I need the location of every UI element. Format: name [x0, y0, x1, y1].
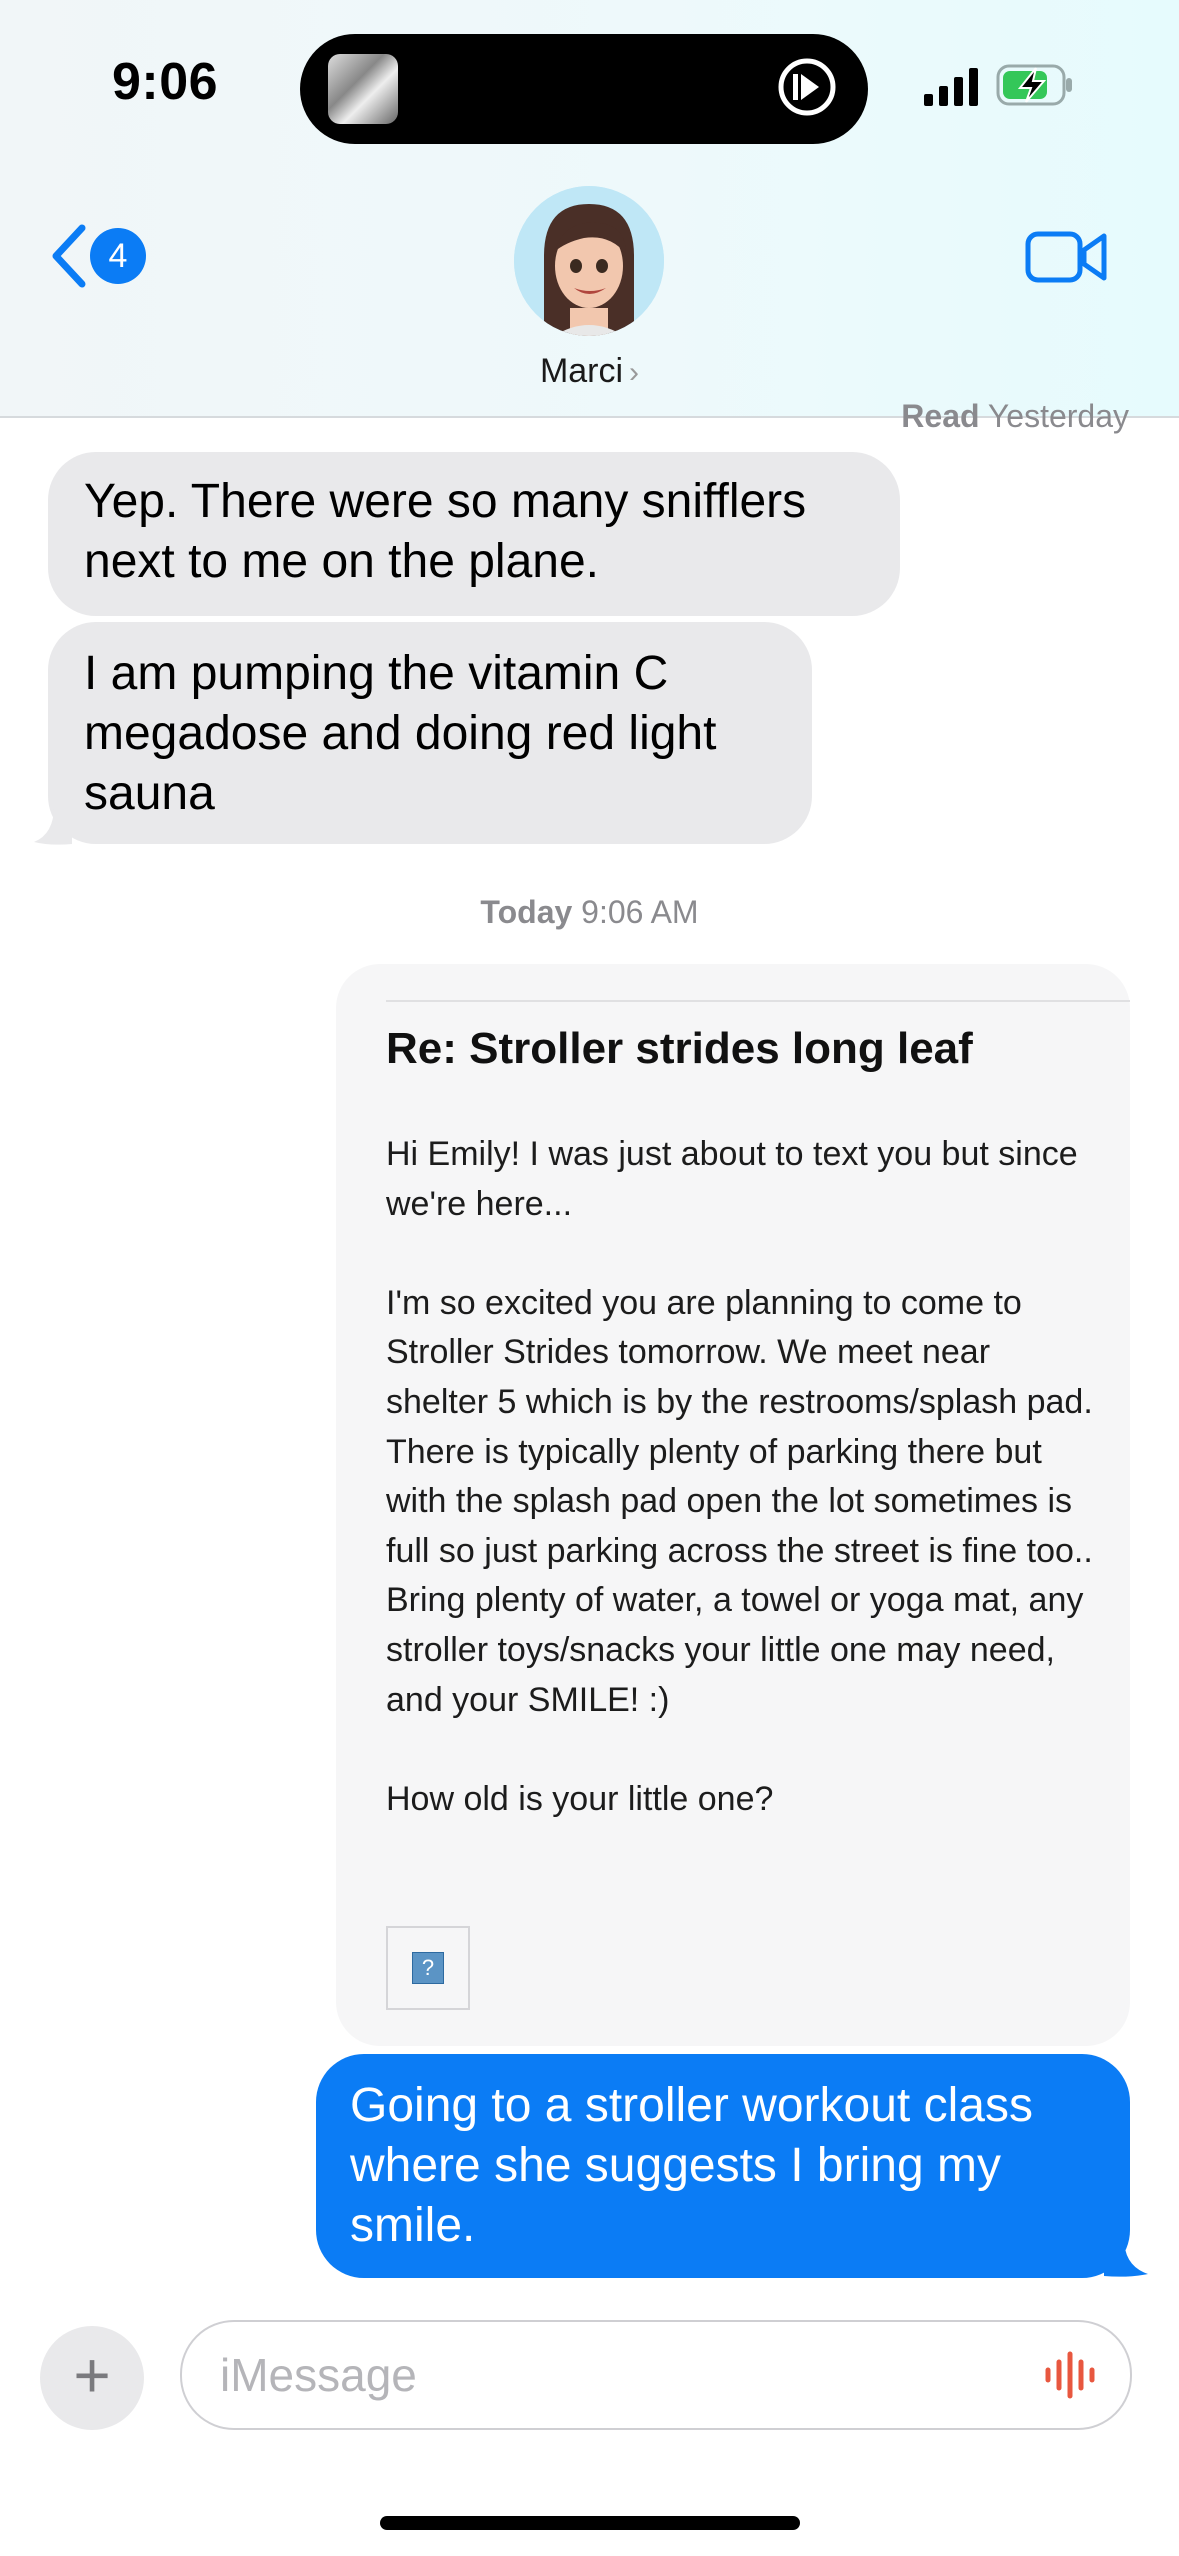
plus-icon: +	[73, 2339, 111, 2411]
header-overlay-spacer	[0, 0, 1179, 418]
message-text: I am pumping the vitamin C megadose and …	[84, 647, 717, 820]
audio-waveform-icon[interactable]	[1042, 2350, 1098, 2400]
incoming-message-bubble[interactable]: I am pumping the vitamin C megadose and …	[48, 622, 812, 844]
message-text: Yep. There were so many snifflers next t…	[84, 475, 807, 588]
timestamp-time: 9:06 AM	[581, 894, 699, 930]
add-attachment-button[interactable]: +	[40, 2326, 144, 2430]
divider	[386, 1000, 1130, 1002]
email-paragraph: Hi Emily! I was just about to text you b…	[386, 1135, 1078, 1223]
question-mark-icon: ?	[412, 1952, 444, 1984]
home-indicator[interactable]	[380, 2516, 800, 2530]
email-paragraph: I'm so excited you are planning to come …	[386, 1283, 1093, 1719]
bubble-tail	[1104, 2238, 1148, 2277]
email-body: Hi Emily! I was just about to text you b…	[386, 1130, 1100, 1874]
email-subject: Re: Stroller strides long leaf	[386, 1024, 973, 1073]
broken-image-placeholder: ?	[386, 1926, 470, 2010]
message-input-placeholder: iMessage	[220, 2349, 417, 2401]
outgoing-message-bubble[interactable]: Going to a stroller workout class where …	[316, 2054, 1130, 2278]
timestamp-day: Today	[480, 894, 573, 930]
message-input[interactable]: iMessage	[180, 2320, 1132, 2430]
email-paragraph: How old is your little one?	[386, 1779, 774, 1818]
message-text: Going to a stroller workout class where …	[350, 2079, 1033, 2252]
incoming-message-bubble[interactable]: Yep. There were so many snifflers next t…	[48, 452, 900, 616]
shared-email-card[interactable]: Re: Stroller strides long leaf Hi Emily!…	[336, 964, 1130, 2046]
conversation-timestamp: Today 9:06 AM	[0, 894, 1179, 931]
bubble-tail	[34, 806, 72, 845]
